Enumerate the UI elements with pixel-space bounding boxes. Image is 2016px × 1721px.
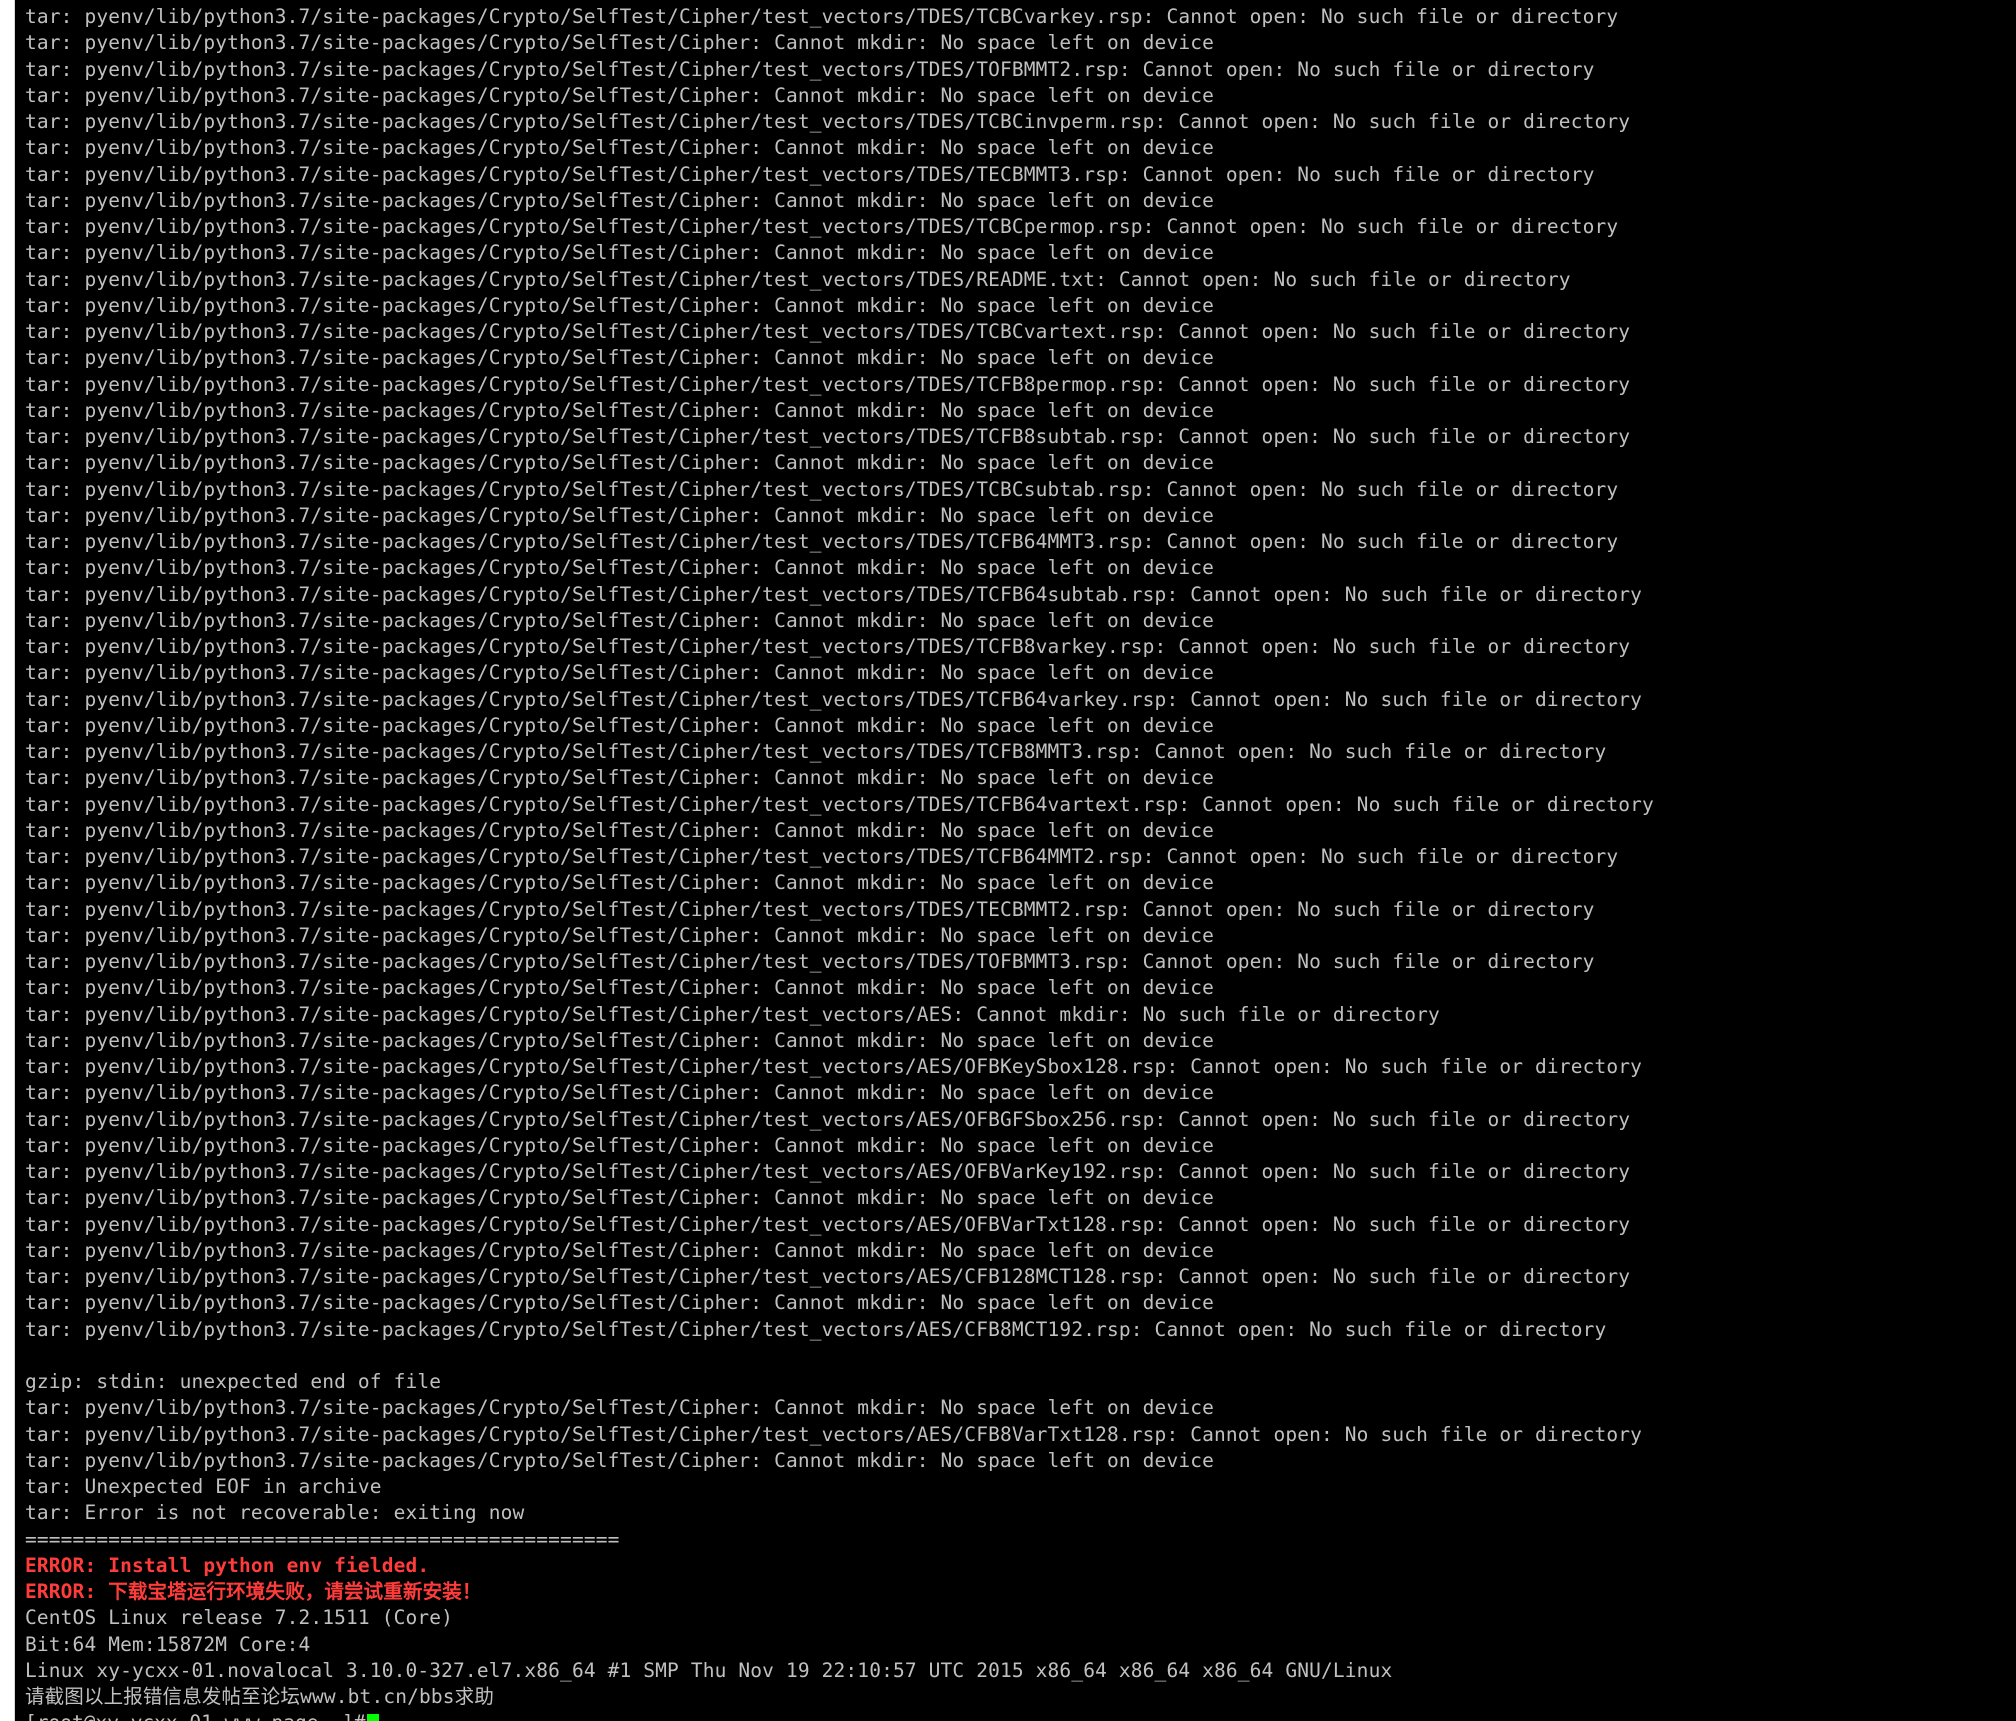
- terminal-line: tar: pyenv/lib/python3.7/site-packages/C…: [25, 1055, 1643, 1078]
- terminal-line: tar: pyenv/lib/python3.7/site-packages/C…: [25, 1186, 1214, 1210]
- terminal-pane[interactable]: tar: pyenv/lib/python3.7/site-packages/C…: [15, 0, 2016, 1721]
- terminal-line: tar: pyenv/lib/python3.7/site-packages/C…: [25, 687, 1643, 711]
- shell-prompt-line[interactable]: [root@xy-ycxx-01 www_page ~]#: [25, 1710, 1654, 1721]
- terminal-line: tar: pyenv/lib/python3.7/site-packages/C…: [25, 582, 1643, 606]
- terminal-line: tar: pyenv/lib/python3.7/site-packages/C…: [25, 608, 1214, 632]
- terminal-line: tar: pyenv/lib/python3.7/site-packages/C…: [25, 976, 1214, 1000]
- terminal-line: tar: pyenv/lib/python3.7/site-packages/C…: [25, 923, 1214, 947]
- terminal-line: tar: pyenv/lib/python3.7/site-packages/C…: [25, 5, 1619, 28]
- terminal-line: Bit:64 Mem:15872M Core:4: [25, 1632, 311, 1656]
- terminal-line: tar: pyenv/lib/python3.7/site-packages/C…: [25, 766, 1214, 790]
- terminal-line: tar: pyenv/lib/python3.7/site-packages/C…: [25, 31, 1214, 55]
- terminal-line: tar: pyenv/lib/python3.7/site-packages/C…: [25, 950, 1595, 973]
- terminal-line: tar: pyenv/lib/python3.7/site-packages/C…: [25, 1422, 1643, 1446]
- terminal-line: tar: pyenv/lib/python3.7/site-packages/C…: [25, 477, 1619, 501]
- terminal-line: tar: pyenv/lib/python3.7/site-packages/C…: [25, 845, 1619, 868]
- terminal-line: tar: pyenv/lib/python3.7/site-packages/C…: [25, 871, 1214, 895]
- terminal-line: tar: Unexpected EOF in archive: [25, 1475, 382, 1498]
- terminal-line: tar: pyenv/lib/python3.7/site-packages/C…: [25, 1317, 1607, 1341]
- terminal-line: tar: pyenv/lib/python3.7/site-packages/C…: [25, 635, 1631, 658]
- terminal-line: tar: pyenv/lib/python3.7/site-packages/C…: [25, 1028, 1214, 1052]
- terminal-line: tar: pyenv/lib/python3.7/site-packages/C…: [25, 530, 1619, 553]
- terminal-line: tar: pyenv/lib/python3.7/site-packages/C…: [25, 1107, 1631, 1131]
- terminal-line: tar: pyenv/lib/python3.7/site-packages/C…: [25, 346, 1214, 370]
- terminal-output: tar: pyenv/lib/python3.7/site-packages/C…: [25, 4, 1654, 1721]
- terminal-line: tar: pyenv/lib/python3.7/site-packages/C…: [25, 503, 1214, 527]
- terminal-line: tar: pyenv/lib/python3.7/site-packages/C…: [25, 661, 1214, 685]
- terminal-line: tar: Error is not recoverable: exiting n…: [25, 1501, 525, 1525]
- terminal-line: tar: pyenv/lib/python3.7/site-packages/C…: [25, 293, 1214, 317]
- terminal-line: tar: pyenv/lib/python3.7/site-packages/C…: [25, 1291, 1214, 1315]
- terminal-line: tar: pyenv/lib/python3.7/site-packages/C…: [25, 162, 1595, 186]
- terminal-error-line: ERROR: 下载宝塔运行环境失败，请尝试重新安装！: [25, 1580, 482, 1603]
- terminal-line: tar: pyenv/lib/python3.7/site-packages/C…: [25, 188, 1214, 212]
- terminal-line: tar: pyenv/lib/python3.7/site-packages/C…: [25, 215, 1619, 238]
- terminal-line: gzip: stdin: unexpected end of file: [25, 1370, 442, 1393]
- terminal-line: tar: pyenv/lib/python3.7/site-packages/C…: [25, 241, 1214, 265]
- terminal-line: tar: pyenv/lib/python3.7/site-packages/C…: [25, 398, 1214, 422]
- terminal-line: tar: pyenv/lib/python3.7/site-packages/C…: [25, 1265, 1631, 1288]
- window-gutter: [0, 0, 15, 1721]
- terminal-line: tar: pyenv/lib/python3.7/site-packages/C…: [25, 1133, 1214, 1157]
- terminal-line: tar: pyenv/lib/python3.7/site-packages/C…: [25, 897, 1595, 921]
- terminal-error-line: ERROR: Install python env fielded.: [25, 1553, 430, 1577]
- terminal-line: tar: pyenv/lib/python3.7/site-packages/C…: [25, 83, 1214, 107]
- terminal-window: tar: pyenv/lib/python3.7/site-packages/C…: [0, 0, 2016, 1721]
- terminal-line: tar: pyenv/lib/python3.7/site-packages/C…: [25, 818, 1214, 842]
- terminal-line: tar: pyenv/lib/python3.7/site-packages/C…: [25, 1212, 1631, 1236]
- terminal-line: tar: pyenv/lib/python3.7/site-packages/C…: [25, 713, 1214, 737]
- terminal-line: CentOS Linux release 7.2.1511 (Core): [25, 1606, 454, 1630]
- terminal-line: tar: pyenv/lib/python3.7/site-packages/C…: [25, 1160, 1631, 1183]
- terminal-line: tar: pyenv/lib/python3.7/site-packages/C…: [25, 1396, 1214, 1420]
- terminal-line: 请截图以上报错信息发帖至论坛www.bt.cn/bbs求助: [25, 1685, 494, 1708]
- shell-prompt: [root@xy-ycxx-01 www_page ~]#: [25, 1711, 365, 1721]
- terminal-line: tar: pyenv/lib/python3.7/site-packages/C…: [25, 320, 1631, 343]
- terminal-line: tar: pyenv/lib/python3.7/site-packages/C…: [25, 792, 1654, 816]
- terminal-line: tar: pyenv/lib/python3.7/site-packages/C…: [25, 425, 1631, 448]
- terminal-line: tar: pyenv/lib/python3.7/site-packages/C…: [25, 110, 1631, 133]
- terminal-line: ========================================…: [25, 1527, 620, 1551]
- terminal-line: tar: pyenv/lib/python3.7/site-packages/C…: [25, 1002, 1440, 1026]
- terminal-line: tar: pyenv/lib/python3.7/site-packages/C…: [25, 1081, 1214, 1105]
- terminal-line: tar: pyenv/lib/python3.7/site-packages/C…: [25, 267, 1571, 291]
- terminal-line: tar: pyenv/lib/python3.7/site-packages/C…: [25, 740, 1607, 763]
- terminal-line: tar: pyenv/lib/python3.7/site-packages/C…: [25, 556, 1214, 580]
- terminal-line: Linux xy-ycxx-01.novalocal 3.10.0-327.el…: [25, 1658, 1393, 1682]
- terminal-line: tar: pyenv/lib/python3.7/site-packages/C…: [25, 1238, 1214, 1262]
- terminal-line: tar: pyenv/lib/python3.7/site-packages/C…: [25, 451, 1214, 475]
- terminal-line: tar: pyenv/lib/python3.7/site-packages/C…: [25, 136, 1214, 160]
- terminal-line: tar: pyenv/lib/python3.7/site-packages/C…: [25, 372, 1631, 396]
- text-cursor: [367, 1713, 380, 1721]
- terminal-line: tar: pyenv/lib/python3.7/site-packages/C…: [25, 57, 1595, 81]
- terminal-line: tar: pyenv/lib/python3.7/site-packages/C…: [25, 1448, 1214, 1472]
